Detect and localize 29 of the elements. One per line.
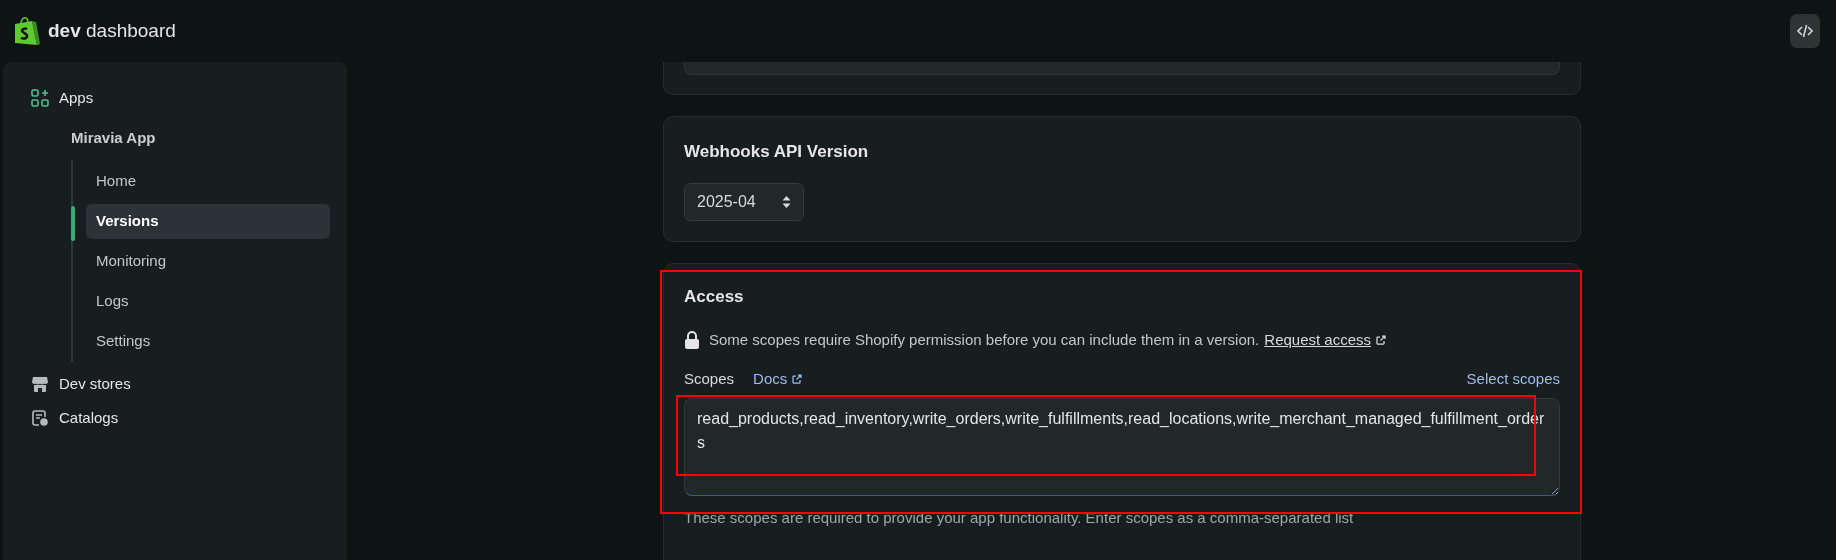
active-indicator [71, 206, 75, 241]
code-icon [1797, 24, 1813, 38]
select-scopes-link[interactable]: Select scopes [1466, 367, 1560, 390]
sidebar-subitem[interactable]: Settings [86, 326, 330, 356]
external-link-icon [1375, 334, 1388, 347]
card-title: Access [684, 285, 745, 308]
app-name[interactable]: Miravia App [71, 126, 156, 150]
sidebar-subitem[interactable]: Home [86, 166, 330, 196]
apps-grid-icon [31, 89, 49, 107]
store-icon [31, 375, 49, 393]
sidebar-item[interactable]: Catalogs [59, 406, 119, 430]
external-link-icon [791, 372, 804, 385]
app-title: dev dashboard [48, 18, 176, 43]
request-access-link[interactable]: Request access [1264, 329, 1388, 352]
catalog-icon [31, 409, 49, 427]
code-view-button[interactable] [1790, 14, 1820, 48]
card-title: Webhooks API Version [684, 141, 870, 163]
sidebar-subitem[interactable]: Logs [86, 286, 330, 316]
shopping-bag-logo-icon [12, 15, 40, 47]
sort-arrows-icon [782, 194, 791, 209]
permission-notice: Some scopes require Shopify permission before you can include them in a version. [709, 330, 1260, 350]
lock-icon [684, 331, 700, 350]
sidebar-item[interactable]: Dev stores [59, 372, 131, 396]
field-label: Scopes [684, 368, 735, 389]
version-select[interactable]: 2025-04 [684, 182, 804, 221]
sidebar-subitem[interactable]: Monitoring [86, 246, 330, 276]
docs-link[interactable]: Docs [753, 367, 804, 390]
sidebar-subitem[interactable]: Versions [86, 203, 330, 239]
sidebar-item[interactable]: Apps [59, 86, 94, 110]
